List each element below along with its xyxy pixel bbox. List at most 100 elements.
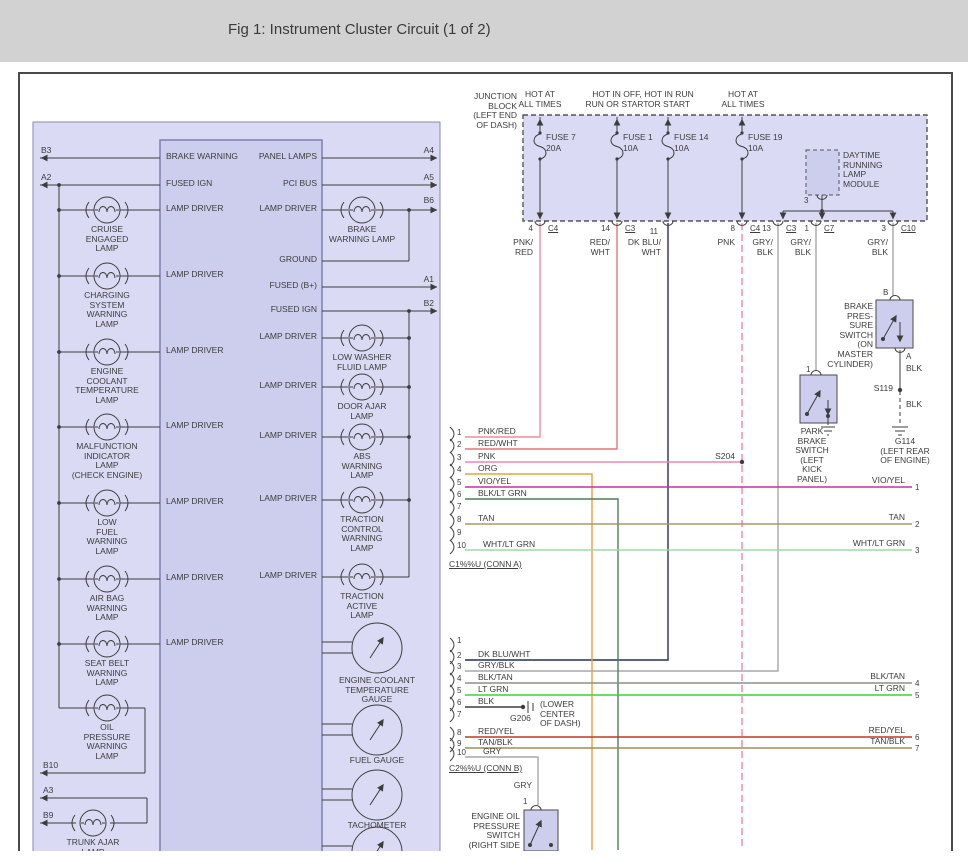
jb-pin-11: 11	[638, 227, 658, 236]
splice-s119-label: S119	[853, 384, 893, 394]
conn-b-pin-3: 3	[457, 662, 461, 671]
bps-wire-blk-lower: BLK	[906, 400, 922, 410]
jb-conn-c4: C4	[548, 224, 558, 233]
conn-b-label-3: GRY/BLK	[478, 661, 515, 671]
module-lamp-driver-r2: LAMP DRIVER	[217, 332, 317, 342]
module-pci-bus: PCI BUS	[217, 179, 317, 189]
ops-pin-1: 1	[523, 797, 527, 806]
pin-a1: A1	[406, 275, 434, 285]
module-fused-b-plus: FUSED (B+)	[217, 281, 317, 291]
module-lamp-driver-l2: LAMP DRIVER	[166, 270, 223, 280]
ground-g114-label: G114 (LEFT REAR OF ENGINE)	[855, 437, 955, 466]
conn-b-label-4: BLK/TAN	[478, 673, 513, 683]
gauge-tachometer: TACHOMETER	[317, 821, 437, 831]
conn-b-pin-10: 10	[457, 748, 466, 757]
module-ground: GROUND	[217, 255, 317, 265]
lamp-door-ajar: DOOR AJAR LAMP	[312, 402, 412, 421]
conn-a-label-1: PNK/RED	[478, 427, 516, 437]
bps-pin-a: A	[906, 352, 911, 361]
wire-label-gry-blk-2: GRY/ BLK	[761, 238, 811, 257]
right-wire-tan: TAN	[825, 513, 905, 523]
conn-b-pin-2: 2	[457, 651, 461, 660]
conn-b-label-8: RED/YEL	[478, 727, 514, 737]
module-lamp-driver-l3: LAMP DRIVER	[166, 346, 223, 356]
lamp-low-washer-fluid: LOW WASHER FLUID LAMP	[312, 353, 412, 372]
bps-pin-b: B	[883, 288, 888, 297]
power-header-4: HOT AT ALL TIMES	[708, 90, 778, 109]
ops-wire-gry: GRY	[492, 781, 532, 791]
fuse-14-name: FUSE 14	[674, 133, 709, 143]
fuse-1-name: FUSE 1	[623, 133, 653, 143]
conn-b-pin-5: 5	[457, 686, 461, 695]
conn-b-caption: C2%%U (CONN B)	[449, 764, 522, 774]
jb-conn-c3: C3	[625, 224, 635, 233]
ground-g206-location: (LOWER CENTER OF DASH)	[540, 700, 581, 729]
conn-a-pin-9: 9	[457, 528, 461, 537]
lamp-seat-belt: SEAT BELT WARNING LAMP	[57, 659, 157, 688]
lamp-traction-active: TRACTION ACTIVE LAMP	[312, 592, 412, 621]
module-lamp-driver-l1: LAMP DRIVER	[166, 204, 223, 214]
jb-conn-c10: C10	[901, 224, 916, 233]
wire-label-gry-blk-3: GRY/ BLK	[838, 238, 888, 257]
module-fused-ign-left: FUSED IGN	[166, 179, 212, 189]
jb-pin-14: 14	[590, 224, 610, 233]
pbs-pin-1: 1	[806, 365, 810, 374]
ops-label: ENGINE OIL PRESSURE SWITCH (RIGHT SIDE	[450, 812, 520, 850]
right-wire-wht-lt-grn: WHT/LT GRN	[825, 539, 905, 549]
conn-b-label-5: LT GRN	[478, 685, 508, 695]
right-pin-2: 2	[915, 520, 919, 529]
jb-pin-8: 8	[715, 224, 735, 233]
lamp-traction-control: TRACTION CONTROL WARNING LAMP	[312, 515, 412, 553]
gauge-engine-coolant-temp: ENGINE COOLANT TEMPERATURE GAUGE	[317, 676, 437, 705]
right-pin-7: 7	[915, 744, 919, 753]
ground-g206-dot	[521, 705, 525, 709]
conn-a-label-2: RED/WHT	[478, 439, 518, 449]
conn-b-pin-6: 6	[457, 698, 461, 707]
bottom-clip	[0, 851, 968, 862]
pin-b3: B3	[41, 146, 51, 156]
fuse-7-rating: 20A	[546, 144, 561, 154]
brake-pressure-switch-box	[876, 300, 913, 348]
module-lamp-driver-r1: LAMP DRIVER	[217, 204, 317, 214]
conn-a-label-10: WHT/LT GRN	[483, 540, 535, 550]
right-pin-5: 5	[915, 691, 919, 700]
right-wire-tan-blk: TAN/BLK	[825, 737, 905, 747]
right-wire-lt-grn: LT GRN	[825, 684, 905, 694]
jb-conn-c7: C7	[824, 224, 834, 233]
conn-a-pin-6: 6	[457, 490, 461, 499]
conn-b-label-6: BLK	[478, 697, 494, 707]
module-lamp-driver-l4: LAMP DRIVER	[166, 421, 223, 431]
splice-s204-dot	[740, 460, 744, 464]
conn-a-pin-8: 8	[457, 515, 461, 524]
conn-b-pin-8: 8	[457, 728, 461, 737]
conn-a-pin-10: 10	[457, 541, 466, 550]
right-wire-red-yel: RED/YEL	[825, 726, 905, 736]
pin-a5: A5	[406, 173, 434, 183]
module-lamp-driver-r5: LAMP DRIVER	[217, 494, 317, 504]
pin-b2: B2	[406, 299, 434, 309]
right-pin-1: 1	[915, 483, 919, 492]
pbs-label: PARK BRAKE SWITCH (LEFT KICK PANEL)	[772, 427, 852, 485]
power-header-3: HOT IN RUN OR START	[634, 90, 704, 109]
conn-b-label-10: GRY	[483, 747, 501, 757]
pin-a4: A4	[406, 146, 434, 156]
jb-pin-4: 4	[513, 224, 533, 233]
conn-a-label-8: TAN	[478, 514, 494, 524]
lamp-abs-warning: ABS WARNING LAMP	[312, 452, 412, 481]
splice-s204-label: S204	[695, 452, 735, 462]
fuse-7-name: FUSE 7	[546, 133, 576, 143]
conn-b-pin-7: 7	[457, 710, 461, 719]
pin-a2: A2	[41, 173, 51, 183]
junction-block-label: JUNCTION BLOCK (LEFT END OF DASH)	[447, 92, 517, 130]
lamp-oil-pressure: OIL PRESSURE WARNING LAMP	[57, 723, 157, 761]
page: { "title_bar": { "title": "Fig 1: Instru…	[0, 0, 968, 862]
pin-b6: B6	[406, 196, 434, 206]
splice-s119-dot	[898, 388, 902, 392]
jb-pin-13: 13	[751, 224, 771, 233]
module-lamp-driver-l7: LAMP DRIVER	[166, 638, 223, 648]
conn-a-pin-3: 3	[457, 453, 461, 462]
drl-module-box	[806, 150, 839, 195]
pin-a3: A3	[43, 786, 53, 796]
conn-a-pin-4: 4	[457, 465, 461, 474]
drl-pin-3: 3	[804, 196, 808, 205]
